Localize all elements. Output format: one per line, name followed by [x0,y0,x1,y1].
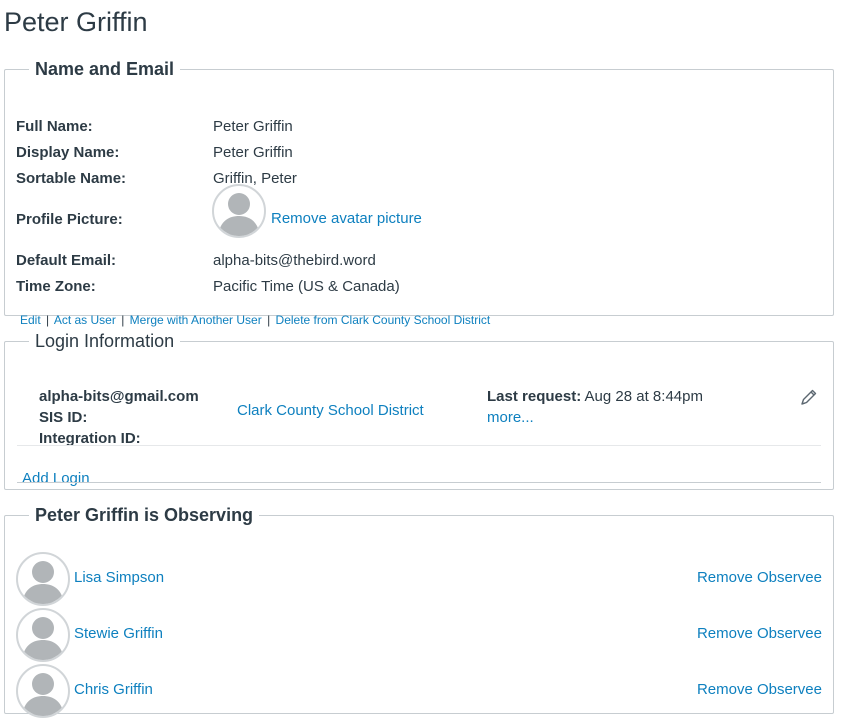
default-avatar-icon [16,664,70,718]
login-id: alpha-bits@gmail.com [39,388,199,405]
full-name-value: Peter Griffin [213,118,293,135]
more-link[interactable]: more... [487,409,534,426]
default-avatar-icon [16,552,70,606]
remove-observee-link[interactable]: Remove Observee [697,568,822,588]
delete-user-link[interactable]: Delete from Clark County School District [276,313,491,327]
observee-name-link[interactable]: Stewie Griffin [74,624,163,644]
edit-link[interactable]: Edit [20,313,41,327]
separator: | [121,313,125,327]
remove-avatar-link[interactable]: Remove avatar picture [271,209,422,229]
separator: | [46,313,50,327]
separator: | [267,313,271,327]
observing-section: Peter Griffin is Observing Lisa Simpson … [4,504,834,718]
observee-name-link[interactable]: Chris Griffin [74,680,153,700]
time-zone-label: Time Zone: [16,278,96,295]
page-title: Peter Griffin [4,7,148,37]
observee-row: Chris Griffin Remove Observee [16,664,822,718]
observee-row: Stewie Griffin Remove Observee [16,608,822,662]
name-and-email-legend: Name and Email [35,59,175,79]
login-account-link[interactable]: Clark County School District [237,400,424,421]
display-name-value: Peter Griffin [213,144,293,161]
default-email-label: Default Email: [16,252,117,269]
last-request-value: Aug 28 at 8:44pm [584,388,703,405]
default-email-value: alpha-bits@thebird.word [213,252,376,269]
default-avatar-icon [212,184,266,238]
user-action-links: Edit | Act as User | Merge with Another … [20,312,490,328]
full-name-label: Full Name: [16,118,93,135]
login-information-legend: Login Information [35,331,175,351]
login-bottom-divider [17,482,821,483]
login-details: alpha-bits@gmail.com SIS ID: Integration… [39,386,199,449]
act-as-user-link[interactable]: Act as User [54,313,116,327]
merge-user-link[interactable]: Merge with Another User [130,313,262,327]
last-request: Last request: Aug 28 at 8:44pm more... [487,386,703,428]
default-avatar-icon [16,608,70,662]
remove-observee-link[interactable]: Remove Observee [697,624,822,644]
add-login-link[interactable]: Add Login [22,469,90,489]
login-information-section: Login Information alpha-bits@gmail.com S… [4,330,834,490]
profile-picture-label: Profile Picture: [16,211,123,228]
sortable-name-label: Sortable Name: [16,170,127,187]
time-zone-value: Pacific Time (US & Canada) [213,278,400,295]
observee-name-link[interactable]: Lisa Simpson [74,568,164,588]
sis-id-label: SIS ID: [39,409,88,426]
remove-observee-link[interactable]: Remove Observee [697,680,822,700]
observing-legend: Peter Griffin is Observing [35,505,254,525]
name-and-email-section: Name and Email Full Name: Peter Griffin … [4,58,834,327]
login-divider [17,445,821,446]
last-request-label: Last request: [487,388,582,405]
pencil-icon[interactable] [799,387,819,407]
display-name-label: Display Name: [16,144,120,161]
observee-row: Lisa Simpson Remove Observee [16,552,822,606]
